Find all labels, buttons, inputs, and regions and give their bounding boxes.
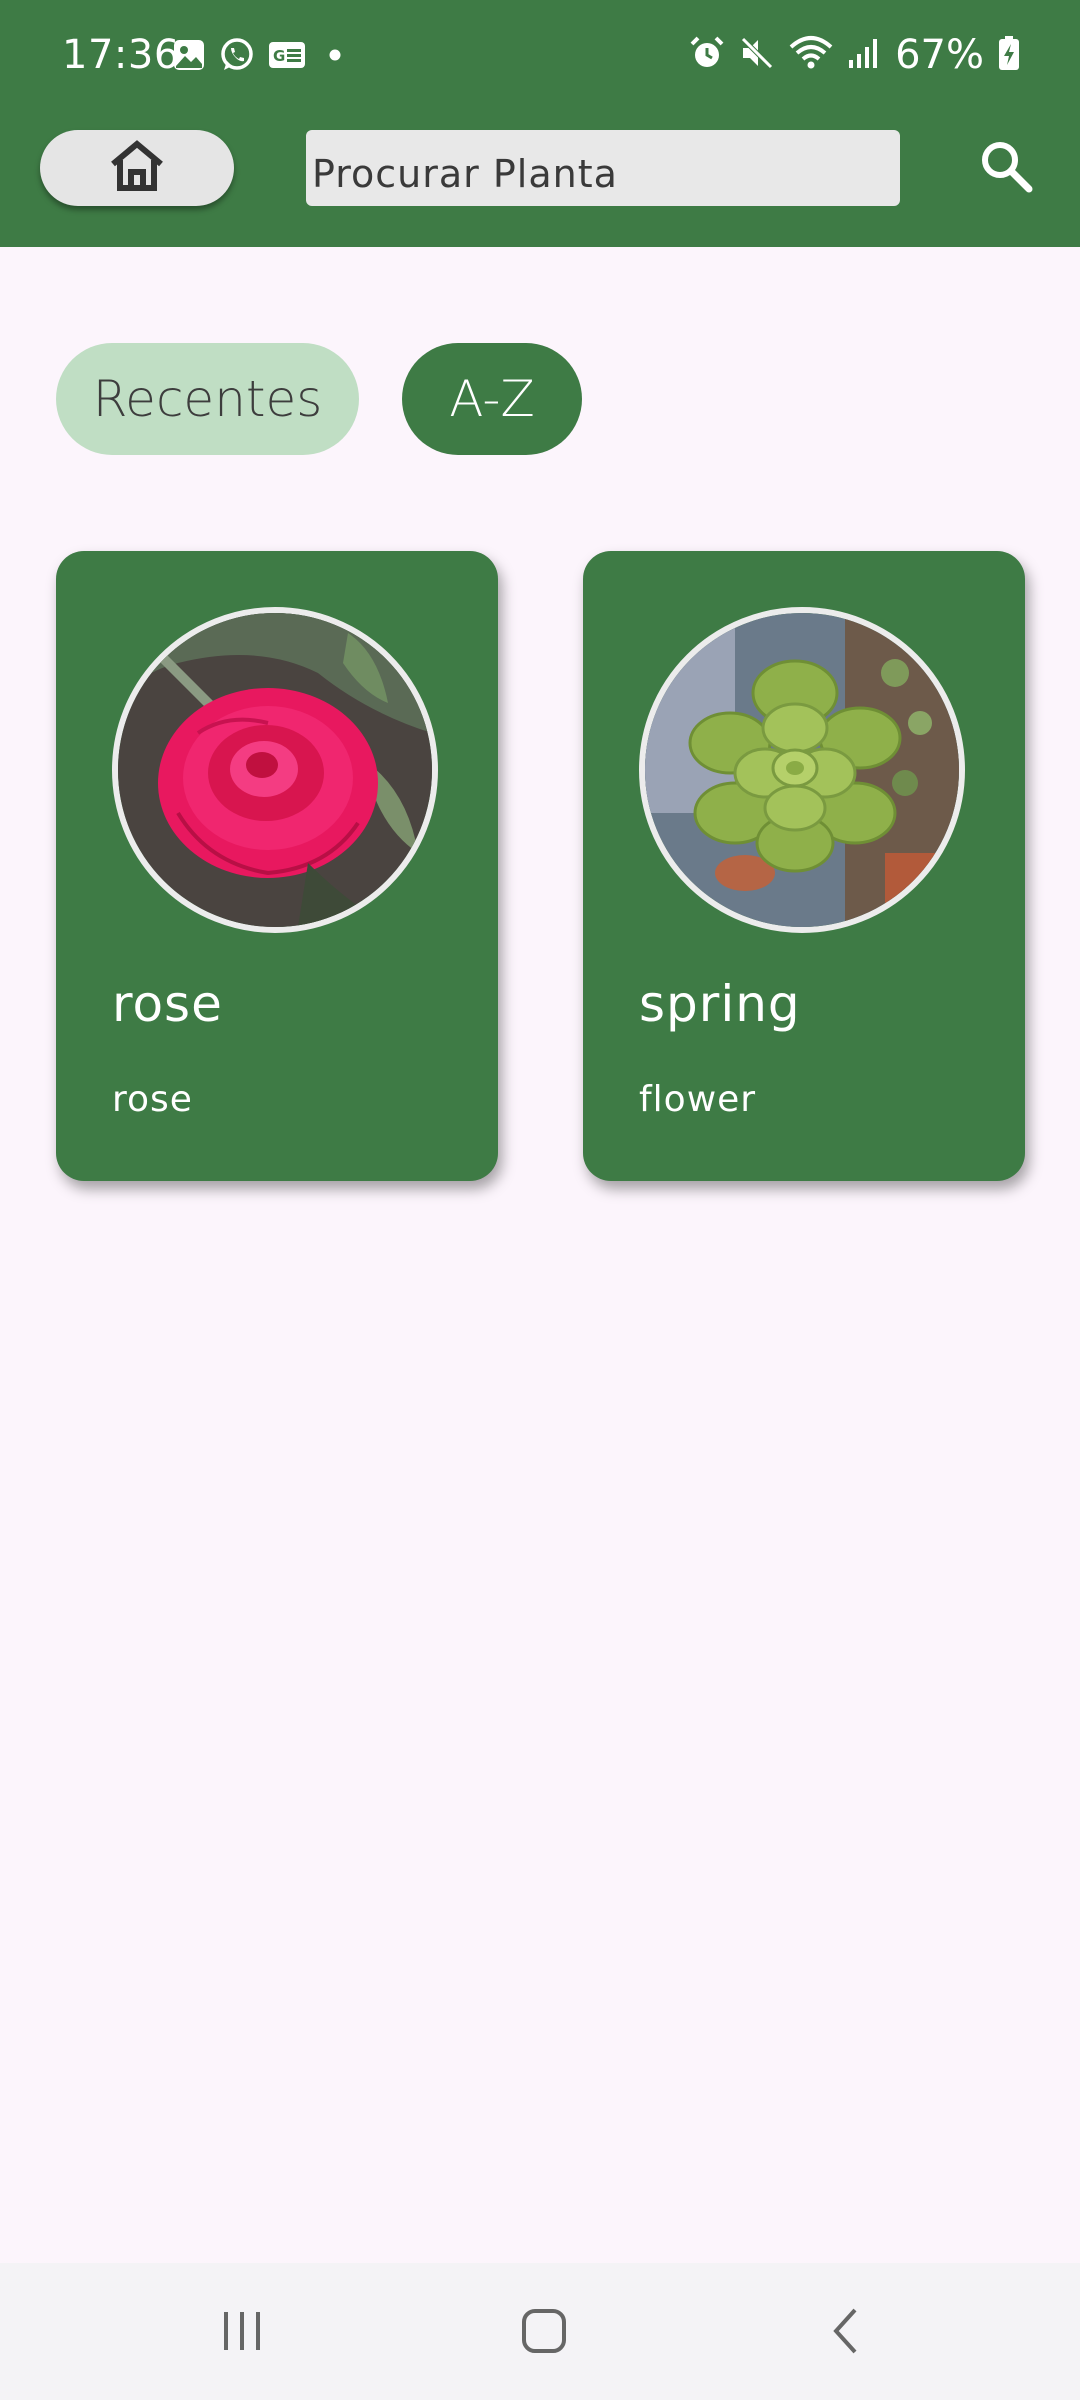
plant-type: flower (639, 1079, 757, 1120)
id-card-icon: G (268, 40, 306, 75)
search-button[interactable] (974, 136, 1038, 200)
svg-text:G: G (273, 47, 285, 65)
recents-button[interactable] (202, 2293, 282, 2373)
home-icon (108, 139, 166, 197)
wifi-icon (789, 35, 833, 76)
battery-charging-icon (998, 35, 1020, 76)
plant-card[interactable]: spring flower (583, 551, 1025, 1181)
alarm-icon (689, 35, 725, 76)
home-nav-icon (519, 2306, 569, 2361)
status-left-icons: G (172, 36, 342, 79)
back-button[interactable] (806, 2293, 886, 2373)
plant-name: spring (639, 975, 801, 1033)
plant-type: rose (112, 1079, 193, 1120)
system-navigation-bar (0, 2263, 1080, 2400)
battery-percent: 67% (895, 32, 984, 78)
status-bar: 17:36 G 67% (0, 0, 1080, 110)
plant-card[interactable]: rose rose (56, 551, 498, 1181)
rose-photo (112, 607, 438, 933)
dot-icon (328, 48, 342, 67)
status-time: 17:36 (62, 32, 180, 78)
status-right-icons: 67% (689, 30, 1020, 80)
plant-name: rose (112, 975, 223, 1033)
search-input[interactable]: Procurar Planta (306, 130, 900, 206)
search-icon (979, 139, 1033, 198)
signal-icon (847, 36, 881, 75)
gallery-icon (172, 38, 206, 77)
filter-recentes-chip[interactable]: Recentes (56, 343, 359, 455)
succulent-photo (639, 607, 965, 933)
home-button[interactable] (40, 130, 234, 206)
recents-icon (217, 2306, 267, 2361)
search-input-text: Procurar Planta (312, 152, 618, 196)
filter-az-chip[interactable]: A-Z (402, 343, 582, 455)
home-nav-button[interactable] (504, 2293, 584, 2373)
whatsapp-icon (218, 36, 256, 79)
back-icon (821, 2306, 871, 2361)
mute-icon (739, 35, 775, 76)
